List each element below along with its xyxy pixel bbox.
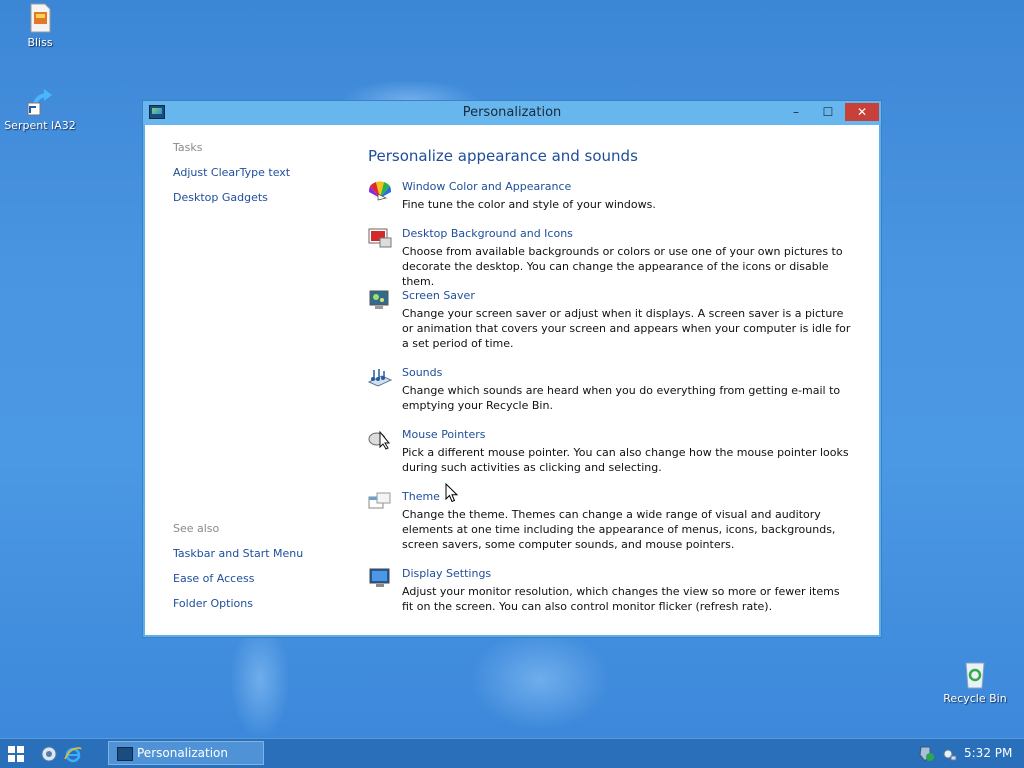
desktop-icon-bliss[interactable]: Bliss xyxy=(0,2,80,49)
screen-saver-icon xyxy=(368,289,392,311)
control-panel-icon xyxy=(117,747,133,761)
link-mouse-pointers[interactable]: Mouse Pointers xyxy=(402,428,486,441)
color-wheel-icon xyxy=(368,180,392,202)
link-window-color[interactable]: Window Color and Appearance xyxy=(402,180,571,193)
windows-logo-icon xyxy=(8,746,24,762)
internet-explorer-icon xyxy=(64,747,82,763)
item-description: Choose from available backgrounds or col… xyxy=(402,245,843,288)
left-pane: Tasks Adjust ClearType text Desktop Gadg… xyxy=(145,125,355,635)
item-description: Fine tune the color and style of your wi… xyxy=(402,198,656,211)
mouse-pointer-icon xyxy=(368,428,392,450)
show-desktop-quicklaunch[interactable] xyxy=(40,745,58,763)
link-taskbar-start-menu[interactable]: Taskbar and Start Menu xyxy=(173,547,303,560)
taskbar: Personalization 5:32 PM xyxy=(0,738,1024,768)
window-content: Tasks Adjust ClearType text Desktop Gadg… xyxy=(145,125,879,635)
link-desktop-background[interactable]: Desktop Background and Icons xyxy=(402,227,573,240)
link-ease-of-access[interactable]: Ease of Access xyxy=(173,572,254,585)
tray-security-icon[interactable] xyxy=(918,745,936,763)
image-file-icon xyxy=(24,2,56,34)
personalization-window: Personalization – ☐ ✕ Tasks Adjust Clear… xyxy=(142,100,882,638)
recycle-bin-icon xyxy=(959,658,991,690)
tray-network-icon[interactable] xyxy=(940,745,958,763)
start-button[interactable] xyxy=(8,746,24,762)
window-titlebar[interactable]: Personalization – ☐ ✕ xyxy=(143,101,881,125)
link-desktop-gadgets[interactable]: Desktop Gadgets xyxy=(173,191,268,204)
monitor-icon xyxy=(368,567,392,589)
wallpaper-light xyxy=(230,620,290,740)
link-adjust-cleartype[interactable]: Adjust ClearType text xyxy=(173,166,290,179)
item-description: Change your screen saver or adjust when … xyxy=(402,307,851,350)
sounds-icon xyxy=(367,366,393,388)
link-theme[interactable]: Theme xyxy=(402,490,440,503)
close-button[interactable]: ✕ xyxy=(845,103,879,121)
link-sounds[interactable]: Sounds xyxy=(402,366,442,379)
desktop-background-icon xyxy=(368,227,392,249)
shortcut-icon xyxy=(24,85,56,117)
taskbar-button-personalization[interactable]: Personalization xyxy=(108,741,264,765)
maximize-button[interactable]: ☐ xyxy=(813,103,843,121)
taskbar-clock[interactable]: 5:32 PM xyxy=(964,746,1012,760)
internet-explorer-quicklaunch[interactable] xyxy=(64,745,82,763)
window-title: Personalization xyxy=(462,105,562,120)
item-description: Adjust your monitor resolution, which ch… xyxy=(402,585,840,613)
link-folder-options[interactable]: Folder Options xyxy=(173,597,253,610)
desktop-icon-recycle-bin[interactable]: Recycle Bin xyxy=(935,658,1015,705)
see-also-heading: See also xyxy=(173,522,220,535)
minimize-button[interactable]: – xyxy=(781,103,811,121)
tasks-heading: Tasks xyxy=(173,141,203,154)
item-description: Pick a different mouse pointer. You can … xyxy=(402,446,849,474)
item-description: Change which sounds are heard when you d… xyxy=(402,384,841,412)
page-title: Personalize appearance and sounds xyxy=(368,147,638,165)
link-screen-saver[interactable]: Screen Saver xyxy=(402,289,475,302)
link-display-settings[interactable]: Display Settings xyxy=(402,567,491,580)
desktop-icon-serpent[interactable]: Serpent IA32 xyxy=(0,85,80,132)
wallpaper-light xyxy=(470,630,610,730)
browser-gear-icon xyxy=(41,746,57,762)
item-description: Change the theme. Themes can change a wi… xyxy=(402,508,836,551)
theme-icon xyxy=(368,490,392,512)
mouse-cursor-icon xyxy=(445,482,459,503)
